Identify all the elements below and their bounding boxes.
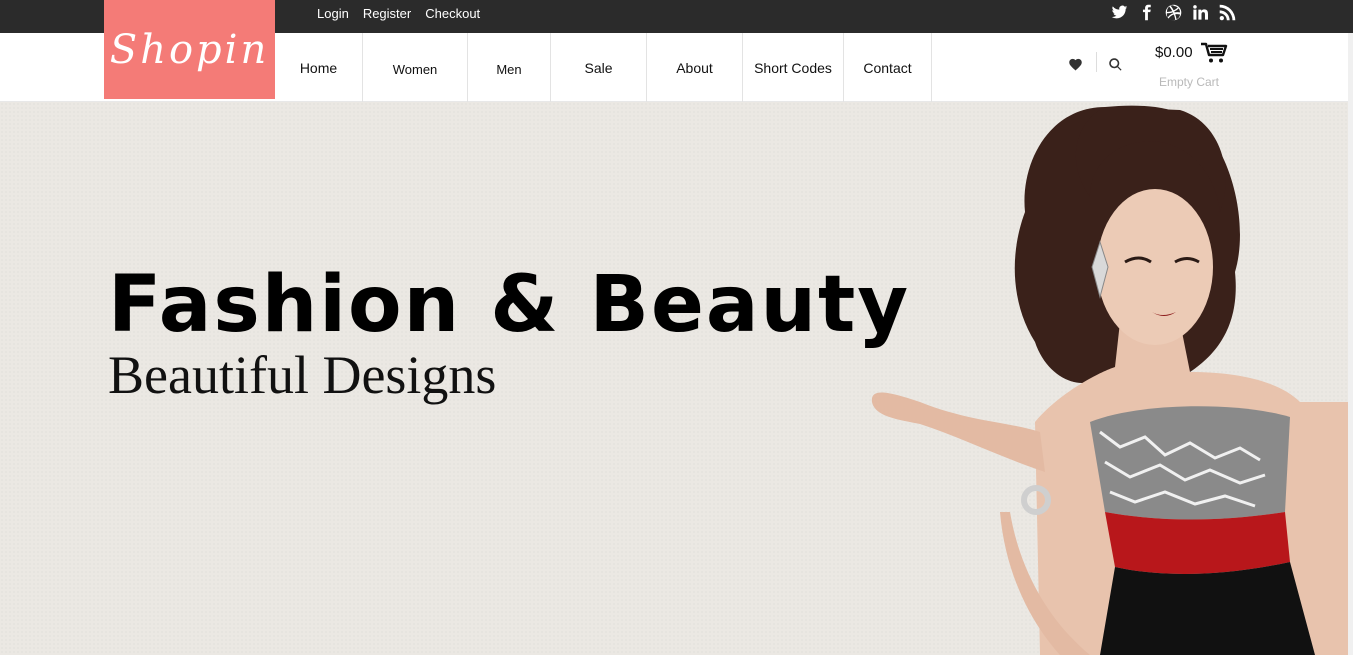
nav-sale[interactable]: Sale (551, 33, 647, 102)
nav-women[interactable]: Women (363, 33, 468, 102)
cart-icon[interactable] (1200, 42, 1228, 64)
header-divider (1096, 52, 1097, 72)
rss-icon[interactable] (1218, 3, 1237, 22)
hero-subtitle: Beautiful Designs (108, 345, 497, 405)
main-nav: Home Women Men Sale About Short Codes Co… (275, 33, 932, 102)
hero-title: Fashion & Beauty (108, 260, 911, 350)
hero-banner[interactable]: Fashion & Beauty Beautiful Designs (0, 102, 1348, 655)
nav-about[interactable]: About (647, 33, 743, 102)
dribbble-icon[interactable] (1164, 3, 1183, 22)
social-links (1110, 3, 1237, 22)
nav-contact[interactable]: Contact (844, 33, 932, 102)
twitter-icon[interactable] (1110, 3, 1129, 22)
linkedin-icon[interactable] (1191, 3, 1210, 22)
cart-status[interactable]: Empty Cart (1159, 75, 1219, 89)
search-icon[interactable] (1105, 54, 1125, 74)
logo-text: Shopin (109, 26, 270, 73)
account-links: Login Register Checkout (317, 0, 494, 26)
model-photo (871, 105, 1348, 655)
checkout-link[interactable]: Checkout (425, 6, 480, 21)
scrollbar[interactable] (1348, 33, 1353, 655)
facebook-icon[interactable] (1137, 3, 1156, 22)
cart-total[interactable]: $0.00 (1155, 44, 1193, 61)
nav-men[interactable]: Men (468, 33, 551, 102)
login-link[interactable]: Login (317, 6, 349, 21)
register-link[interactable]: Register (363, 6, 411, 21)
nav-short-codes[interactable]: Short Codes (743, 33, 844, 102)
heart-icon[interactable] (1065, 54, 1085, 74)
site-logo[interactable]: Shopin (104, 0, 275, 99)
nav-home[interactable]: Home (275, 33, 363, 102)
